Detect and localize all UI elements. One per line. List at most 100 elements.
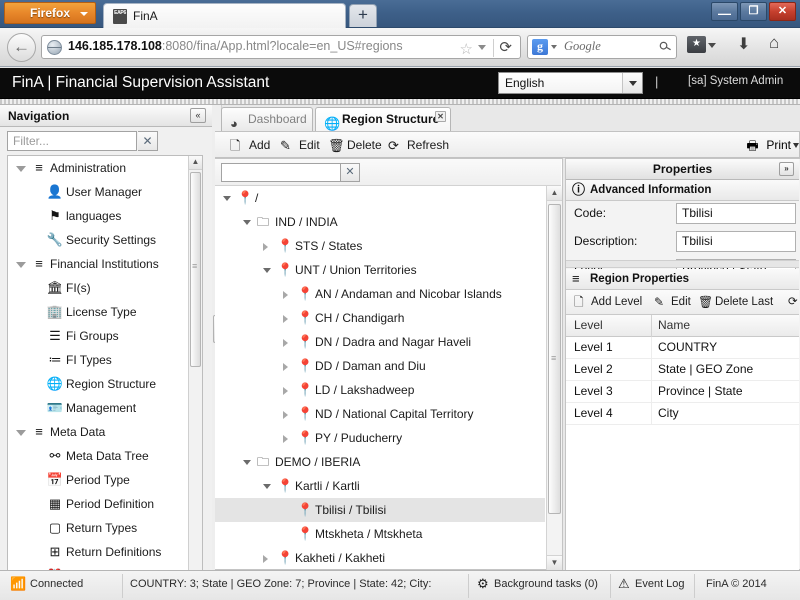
refresh-button[interactable]: ⟳ Refresh — [387, 135, 449, 156]
sidebar-item-management[interactable]: 🪪Management — [8, 396, 202, 420]
twisty-icon[interactable] — [16, 262, 26, 268]
add-level-button[interactable]: 🗋 Add Level — [574, 293, 642, 312]
navigation-scrollbar[interactable]: ▲ ▼ — [188, 156, 202, 600]
twisty-icon[interactable] — [283, 339, 288, 347]
tree-node[interactable]: 📍Tbilisi / Tbilisi — [215, 498, 545, 522]
new-tab-button[interactable]: + — [349, 4, 377, 27]
expand-properties-button[interactable]: » — [779, 162, 794, 176]
scrollbar-thumb[interactable] — [190, 172, 201, 367]
tree-search-input[interactable] — [221, 163, 341, 182]
sidebar-item-financial-institutions[interactable]: ≡Financial Institutions — [8, 252, 202, 276]
tree-node[interactable]: 📍Mtskheta / Mtskheta — [215, 522, 545, 546]
browser-tab-fina[interactable]: EAP6 FinA — [103, 3, 346, 28]
twisty-icon[interactable] — [283, 363, 288, 371]
search-input[interactable]: Google — [564, 39, 601, 54]
clear-filter-button[interactable]: ✕ — [138, 131, 158, 151]
scroll-up-icon[interactable]: ▲ — [547, 186, 562, 201]
edit-level-button[interactable]: ✎ Edit — [654, 293, 691, 312]
tree-node[interactable]: 📍LD / Lakshadweep — [215, 378, 545, 402]
back-button[interactable]: ← — [7, 33, 36, 62]
twisty-icon[interactable] — [223, 196, 231, 201]
table-row[interactable]: Level 2State | GEO Zone — [566, 359, 799, 381]
tree-node[interactable]: 📍DD / Daman and Diu — [215, 354, 545, 378]
tree-node[interactable]: 📍DN / Dadra and Nagar Haveli — [215, 330, 545, 354]
add-button[interactable]: 🗋 Add — [229, 135, 270, 156]
delete-last-button[interactable]: 🗑 Delete Last — [698, 293, 773, 312]
tree-node[interactable]: 📍AN / Andaman and Nicobar Islands — [215, 282, 545, 306]
sidebar-item-security-settings[interactable]: 🔧Security Settings — [8, 228, 202, 252]
twisty-icon[interactable] — [263, 243, 268, 251]
bookmarks-button[interactable]: ★ — [687, 36, 709, 57]
tree-node[interactable]: 📍STS / States — [215, 234, 545, 258]
twisty-icon[interactable] — [263, 484, 271, 489]
downloads-icon[interactable]: ⬇ — [737, 34, 750, 54]
home-icon[interactable]: ⌂ — [769, 33, 779, 53]
scroll-down-icon[interactable]: ▼ — [547, 555, 562, 570]
tab-region-structure[interactable]: 🌐 Region Structure ✕ — [315, 107, 451, 131]
twisty-icon[interactable] — [16, 430, 26, 436]
tree-node[interactable]: 📍Kartli / Kartli — [215, 474, 545, 498]
twisty-icon[interactable] — [283, 435, 288, 443]
table-row[interactable]: Level 3Province | State — [566, 381, 799, 403]
sidebar-item-period-type[interactable]: 📅Period Type — [8, 468, 202, 492]
scroll-up-icon[interactable]: ▲ — [189, 156, 202, 170]
sidebar-item-return-definitions[interactable]: ⊞Return Definitions — [8, 540, 202, 564]
collapse-navigation-button[interactable]: « — [190, 108, 206, 123]
sidebar-item-languages[interactable]: ⚑languages — [8, 204, 202, 228]
twisty-icon[interactable] — [16, 166, 26, 172]
tab-dashboard[interactable]: ◕ Dashboard — [221, 107, 313, 131]
edit-button[interactable]: ✎ Edit — [279, 135, 320, 156]
bookmark-star-icon[interactable]: ☆ — [460, 40, 473, 58]
twisty-icon[interactable] — [263, 555, 268, 563]
search-bar[interactable]: g Google ⚲ — [527, 35, 677, 59]
tree-node[interactable]: 📍UNT / Union Territories — [215, 258, 545, 282]
twisty-icon[interactable] — [283, 291, 288, 299]
chevron-down-icon[interactable] — [793, 143, 799, 148]
search-icon[interactable]: ⚲ — [655, 38, 675, 55]
scrollbar-thumb[interactable] — [548, 204, 561, 514]
tree-node[interactable]: 🗀DEMO / IBERIA — [215, 450, 545, 474]
tree-node[interactable]: 📍ND / National Capital Territory — [215, 402, 545, 426]
tree-search-clear-button[interactable]: ✕ — [341, 163, 360, 182]
region-refresh-button[interactable]: ⟳ — [788, 293, 798, 312]
tree-node[interactable]: 📍PY / Puducherry — [215, 426, 545, 450]
delete-button[interactable]: 🗑 Delete — [327, 135, 382, 156]
reload-icon[interactable]: ⟳ — [499, 38, 512, 56]
twisty-icon[interactable] — [263, 268, 271, 273]
background-tasks[interactable]: Background tasks (0) — [494, 578, 598, 590]
sidebar-item-administration[interactable]: ≡Administration — [8, 156, 202, 180]
sidebar-item-license-type[interactable]: 🏢License Type — [8, 300, 202, 324]
navigation-filter-input[interactable]: Filter... — [7, 131, 137, 151]
table-row[interactable]: Level 4City — [566, 403, 799, 425]
tree-node[interactable]: 📍Kakheti / Kakheti — [215, 546, 545, 570]
sidebar-item-return-types[interactable]: ▢Return Types — [8, 516, 202, 540]
firefox-menu-button[interactable]: Firefox — [4, 2, 96, 24]
twisty-icon[interactable] — [243, 460, 251, 465]
twisty-icon[interactable] — [283, 315, 288, 323]
language-select[interactable]: English — [498, 72, 643, 94]
close-tab-icon[interactable]: ✕ — [435, 111, 446, 122]
event-log[interactable]: Event Log — [635, 578, 685, 590]
current-user-label[interactable]: [sa] System Admin — [688, 75, 783, 87]
chevron-down-icon[interactable] — [551, 45, 557, 49]
tree-scrollbar[interactable]: ▲ ▼ — [546, 186, 562, 570]
twisty-icon[interactable] — [283, 387, 288, 395]
sidebar-item-fi-types[interactable]: ≔FI Types — [8, 348, 202, 372]
window-minimize-button[interactable]: — — [711, 2, 738, 21]
tree-node[interactable]: 🗀IND / INDIA — [215, 210, 545, 234]
sidebar-item-meta-data[interactable]: ≡Meta Data — [8, 420, 202, 444]
table-row[interactable]: Level 1COUNTRY — [566, 337, 799, 359]
chevron-down-icon[interactable] — [478, 45, 486, 50]
address-bar[interactable]: 146.185.178.108:8080/fina/App.html?local… — [41, 35, 521, 59]
tree-node[interactable]: 📍CH / Chandigarh — [215, 306, 545, 330]
sidebar-item-period-definition[interactable]: ▦Period Definition — [8, 492, 202, 516]
sidebar-item-meta-data-tree[interactable]: ⚯Meta Data Tree — [8, 444, 202, 468]
description-field[interactable]: Tbilisi — [676, 231, 796, 252]
twisty-icon[interactable] — [283, 411, 288, 419]
twisty-icon[interactable] — [243, 220, 251, 225]
sidebar-item-fi-groups[interactable]: ☰Fi Groups — [8, 324, 202, 348]
window-restore-button[interactable]: ❐ — [740, 2, 767, 21]
sidebar-item-region-structure[interactable]: 🌐Region Structure — [8, 372, 202, 396]
window-close-button[interactable]: ✕ — [769, 2, 796, 21]
code-field[interactable]: Tbilisi — [676, 203, 796, 224]
